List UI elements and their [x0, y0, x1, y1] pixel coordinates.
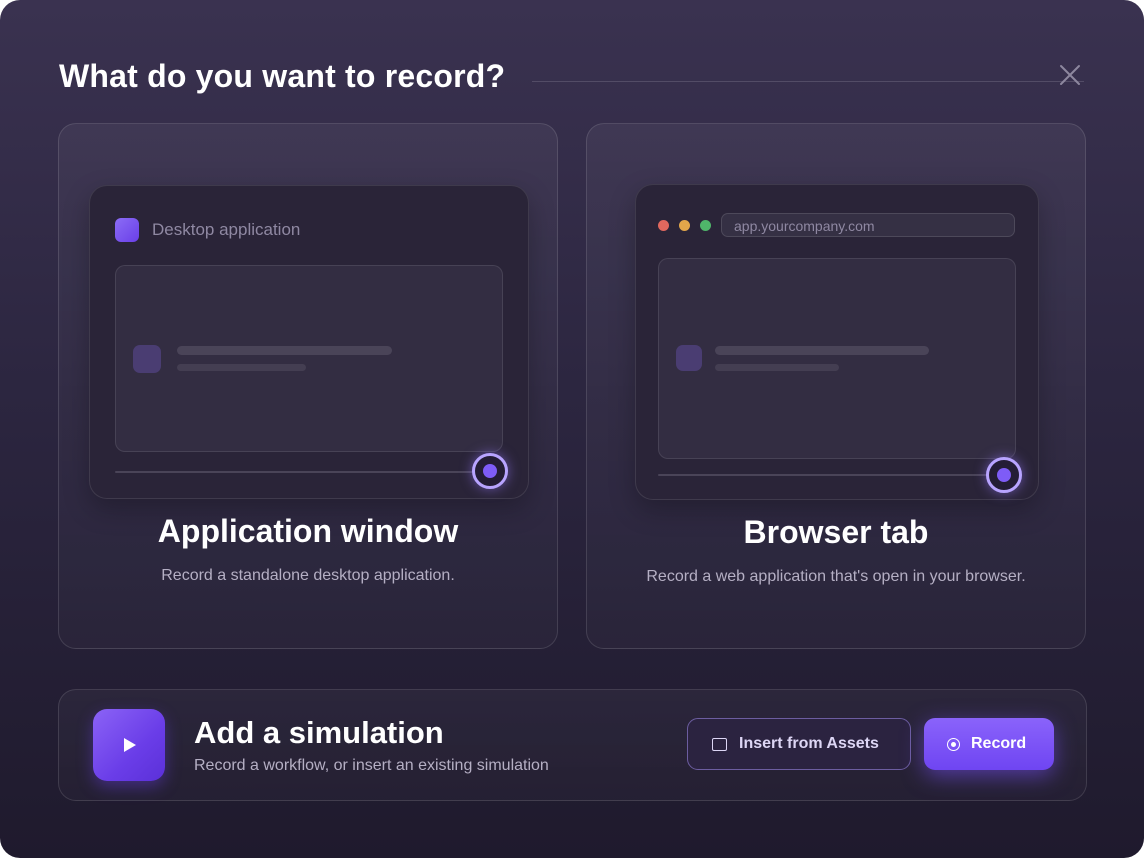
preview-content-panel: [115, 265, 503, 452]
preview-timeline: [658, 474, 988, 476]
simulation-description: Record a workflow, or insert an existing…: [194, 757, 549, 774]
record-icon: [947, 737, 960, 751]
preview-timeline: [115, 471, 475, 473]
browser-preview: app.yourcompany.com: [635, 184, 1039, 500]
insert-from-assets-button[interactable]: Insert from Assets: [687, 718, 911, 770]
simulation-tile[interactable]: [93, 709, 165, 781]
title-divider: [532, 81, 1084, 82]
record-dialog: What do you want to record? Desktop appl…: [0, 0, 1144, 858]
preview-content-panel: [658, 258, 1016, 459]
minimize-dot-icon: [679, 220, 690, 231]
desktop-app-preview: Desktop application: [89, 185, 529, 499]
option-description: Record a standalone desktop application.: [161, 567, 455, 584]
desktop-application-label: Desktop application: [152, 220, 301, 239]
record-indicator-icon: [472, 453, 508, 489]
preview-placeholder-icon: [676, 345, 702, 371]
assets-icon: [712, 737, 727, 751]
add-simulation-panel: Add a simulation Record a workflow, or i…: [58, 689, 1087, 801]
record-button[interactable]: Record: [924, 718, 1054, 770]
option-title: Application window: [157, 513, 459, 549]
address-bar: app.yourcompany.com: [721, 213, 1015, 237]
preview-placeholder-line: [177, 364, 306, 371]
close-dot-icon: [658, 220, 669, 231]
application-window-option[interactable]: Desktop application Application window R…: [58, 123, 558, 649]
app-icon: [115, 218, 139, 242]
close-icon: [1060, 65, 1080, 85]
play-icon: [124, 738, 136, 752]
record-label: Record: [971, 735, 1027, 752]
preview-placeholder-icon: [133, 345, 161, 373]
option-title: Browser tab: [743, 514, 929, 550]
record-indicator-icon: [986, 457, 1022, 493]
preview-placeholder-line: [715, 364, 839, 371]
preview-placeholder-line: [177, 346, 392, 355]
close-button[interactable]: [1055, 60, 1085, 90]
simulation-title: Add a simulation: [194, 715, 444, 750]
preview-placeholder-line: [715, 346, 929, 355]
maximize-dot-icon: [700, 220, 711, 231]
browser-tab-option[interactable]: app.yourcompany.com Browser tab Record a…: [586, 123, 1086, 649]
insert-from-assets-label: Insert from Assets: [739, 735, 879, 752]
dialog-title: What do you want to record?: [59, 58, 506, 94]
option-description: Record a web application that's open in …: [646, 568, 1026, 585]
